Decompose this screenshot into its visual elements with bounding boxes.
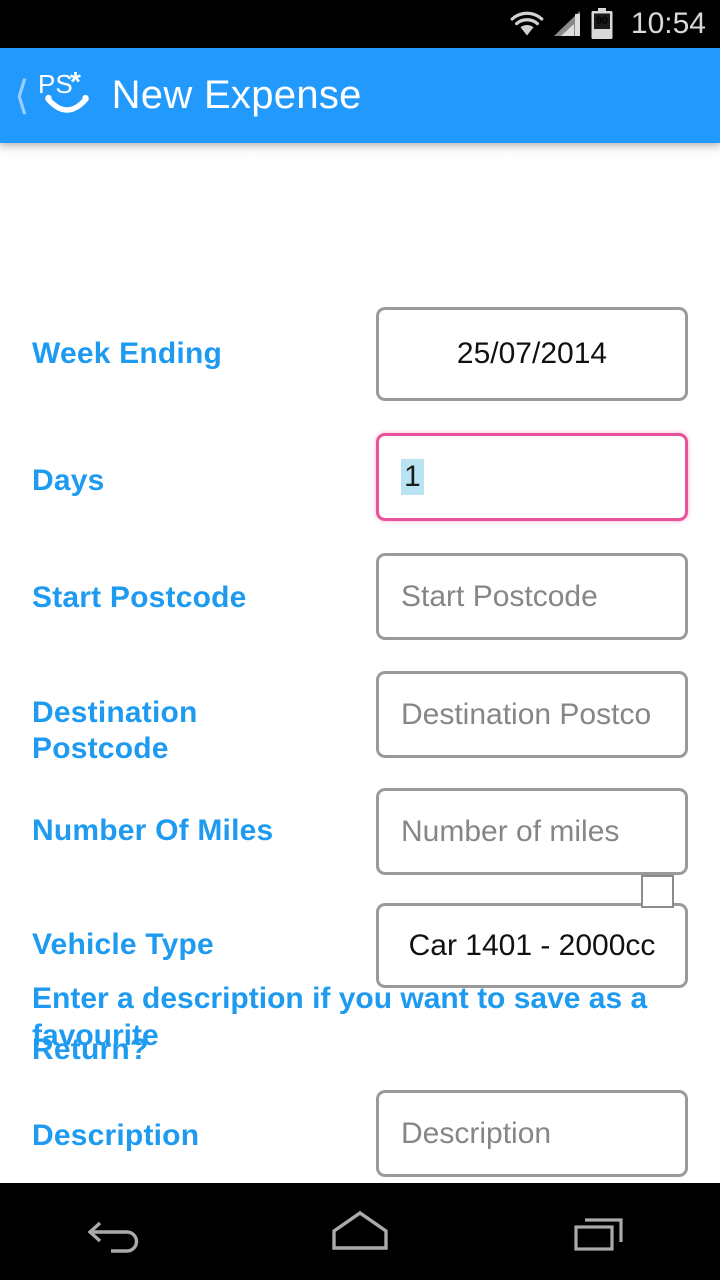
days-input[interactable]: 1 xyxy=(376,433,688,521)
battery-level-text: 90 xyxy=(596,15,608,27)
nav-home-button[interactable] xyxy=(240,1183,480,1280)
nav-back-button[interactable] xyxy=(0,1183,240,1280)
return-checkbox[interactable] xyxy=(641,875,674,908)
destination-postcode-placeholder: Destination Postco xyxy=(401,697,652,731)
status-bar: 90 10:54 xyxy=(0,0,720,48)
wifi-icon xyxy=(510,11,544,37)
home-icon xyxy=(329,1208,391,1256)
battery-icon: 90 xyxy=(590,8,614,40)
svg-text:PS: PS xyxy=(38,69,73,99)
status-icon-group: 90 10:54 xyxy=(510,8,706,40)
label-start-postcode: Start Postcode xyxy=(32,581,247,614)
description-placeholder: Description xyxy=(401,1116,552,1150)
days-value-wrapper: 1 xyxy=(379,459,424,495)
days-value: 1 xyxy=(401,459,424,495)
page-title: New Expense xyxy=(111,73,362,117)
app-header-bar: ⟨ PS * New Expense xyxy=(0,48,720,143)
label-vehicle-type: Vehicle Type xyxy=(32,928,214,961)
ps-smile-logo: PS * xyxy=(36,67,98,125)
status-bar-clock: 10:54 xyxy=(630,7,706,40)
favourite-note-text: Enter a description if you want to save … xyxy=(32,982,648,1052)
recent-apps-icon xyxy=(571,1208,629,1256)
expense-form: Week Ending 25/07/2014 Days 1 Start Post… xyxy=(0,143,720,1183)
label-description: Description xyxy=(32,1119,200,1152)
label-number-of-miles: Number Of Miles xyxy=(32,814,274,847)
phone-screen: 90 10:54 ⟨ PS * New Expense Week Ending … xyxy=(0,0,720,1280)
label-days: Days xyxy=(32,464,105,497)
start-postcode-placeholder: Start Postcode xyxy=(401,579,598,613)
back-arrow-icon xyxy=(87,1208,153,1256)
android-navigation-bar xyxy=(0,1183,720,1280)
svg-text:*: * xyxy=(70,67,81,97)
destination-postcode-input[interactable]: Destination Postco xyxy=(376,671,688,758)
back-chevron-icon[interactable]: ⟨ xyxy=(8,76,34,116)
vehicle-type-value: Car 1401 - 2000cc xyxy=(408,928,656,962)
vehicle-type-select[interactable]: Car 1401 - 2000cc xyxy=(376,903,688,988)
nav-recents-button[interactable] xyxy=(480,1183,720,1280)
label-destination-postcode: Destination Postcode xyxy=(32,696,198,765)
number-of-miles-placeholder: Number of miles xyxy=(401,814,620,848)
label-week-ending: Week Ending xyxy=(32,337,223,370)
signal-bars-icon xyxy=(553,11,581,37)
week-ending-value: 25/07/2014 xyxy=(456,337,608,370)
start-postcode-input[interactable]: Start Postcode xyxy=(376,553,688,640)
week-ending-input[interactable]: 25/07/2014 xyxy=(376,307,688,401)
description-input[interactable]: Description xyxy=(376,1090,688,1177)
number-of-miles-input[interactable]: Number of miles xyxy=(376,788,688,875)
